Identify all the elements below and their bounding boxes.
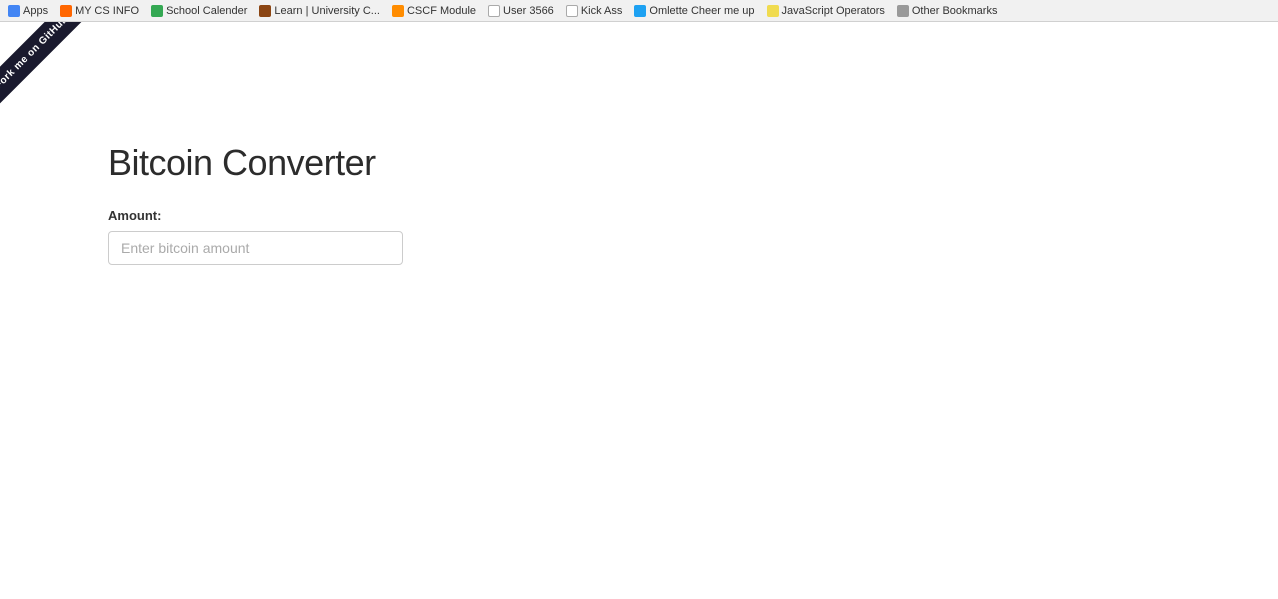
kick-icon (566, 5, 578, 17)
bookmark-school[interactable]: School Calender (151, 5, 247, 17)
bookmark-user[interactable]: User 3566 (488, 5, 554, 17)
fork-ribbon-text: Fork me on GitHub (0, 22, 84, 105)
mycs-icon (60, 5, 72, 17)
bitcoin-amount-input[interactable] (108, 231, 403, 265)
bookmark-cscf[interactable]: CSCF Module (392, 5, 476, 17)
bookmark-learn-label: Learn | University C... (274, 5, 380, 17)
bookmark-omlette-label: Omlette Cheer me up (649, 5, 754, 17)
bookmarks-bar: Apps MY CS INFO School Calender Learn | … (0, 0, 1278, 22)
bookmark-omlette[interactable]: Omlette Cheer me up (634, 5, 754, 17)
bookmark-school-label: School Calender (166, 5, 247, 17)
bookmark-apps[interactable]: Apps (8, 5, 48, 17)
amount-label: Amount: (108, 208, 1278, 223)
bookmark-other-label: Other Bookmarks (912, 5, 998, 17)
apps-icon (8, 5, 20, 17)
bookmark-learn[interactable]: Learn | University C... (259, 5, 380, 17)
cscf-icon (392, 5, 404, 17)
bookmark-cscf-label: CSCF Module (407, 5, 476, 17)
bookmark-mycs-label: MY CS INFO (75, 5, 139, 17)
school-icon (151, 5, 163, 17)
js-icon (767, 5, 779, 17)
bookmark-apps-label: Apps (23, 5, 48, 17)
fork-ribbon[interactable]: Fork me on GitHub (0, 22, 100, 122)
page-title: Bitcoin Converter (108, 142, 1278, 184)
bookmark-user-label: User 3566 (503, 5, 554, 17)
bookmark-js-label: JavaScript Operators (782, 5, 885, 17)
bookmark-other[interactable]: Other Bookmarks (897, 5, 998, 17)
main-content: Bitcoin Converter Amount: (0, 22, 1278, 265)
learn-icon (259, 5, 271, 17)
user-icon (488, 5, 500, 17)
omlette-icon (634, 5, 646, 17)
bookmark-js[interactable]: JavaScript Operators (767, 5, 885, 17)
bookmark-mycs[interactable]: MY CS INFO (60, 5, 139, 17)
bookmark-kick-label: Kick Ass (581, 5, 623, 17)
bookmark-kick[interactable]: Kick Ass (566, 5, 623, 17)
other-icon (897, 5, 909, 17)
